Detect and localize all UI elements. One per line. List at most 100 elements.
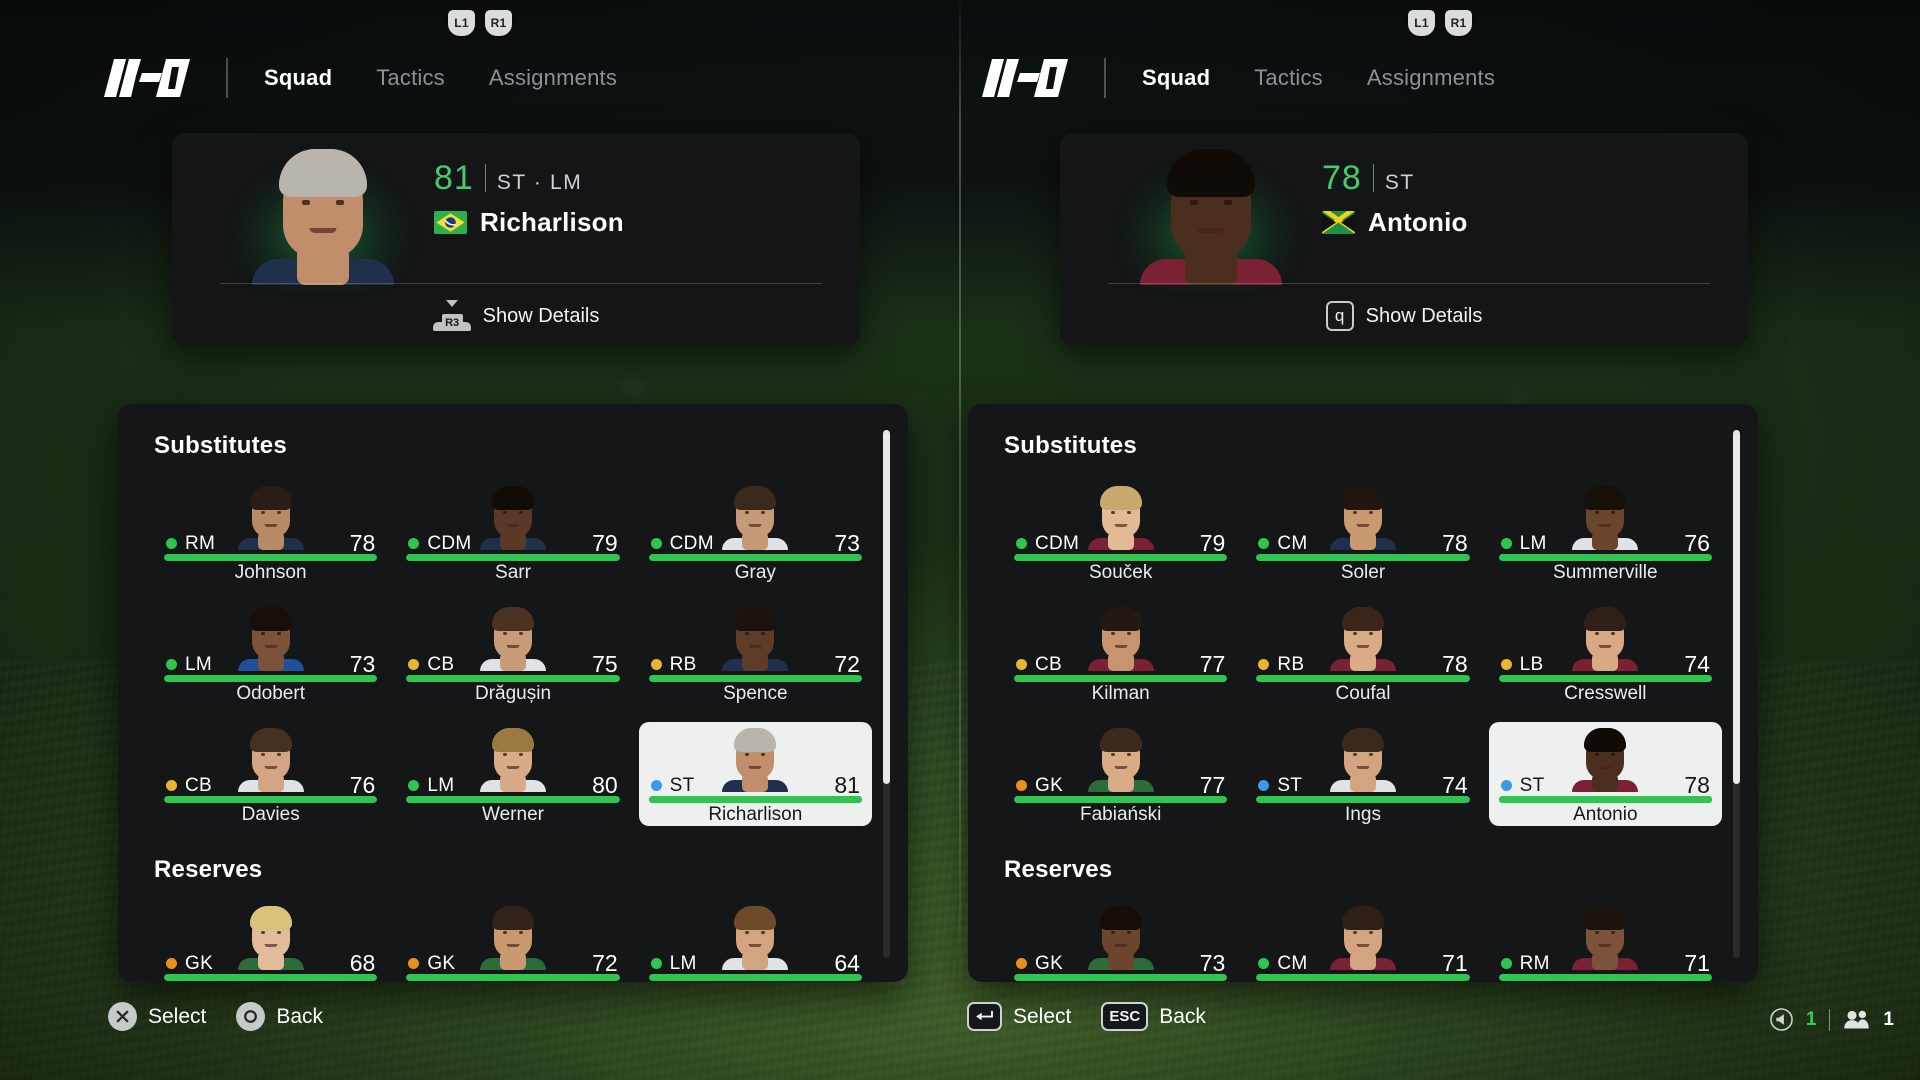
fitness-bar-fill[interactable]: [648, 554, 862, 561]
player-name[interactable]: Summerville: [1489, 562, 1722, 584]
fitness-bar-fill[interactable]: [1498, 675, 1712, 682]
player-fitness-bar[interactable]: [648, 796, 862, 803]
position-indicator-dot[interactable]: [166, 780, 177, 791]
player-name[interactable]: Soler: [1246, 562, 1479, 584]
fitness-bar-fill[interactable]: [164, 554, 378, 561]
hint-back[interactable]: Back: [236, 1002, 323, 1031]
fitness-bar-fill[interactable]: [1498, 554, 1712, 561]
player-card-reserves-2[interactable]: RM 71: [1489, 900, 1722, 982]
section-header-reserves[interactable]: Reserves: [1004, 856, 1722, 884]
hero-player-name[interactable]: Antonio: [1368, 207, 1468, 238]
player-position[interactable]: LM: [427, 775, 454, 797]
hero-divider[interactable]: [1108, 283, 1710, 284]
hero-divider[interactable]: [220, 283, 822, 284]
enter-key-icon[interactable]: [967, 1002, 1002, 1031]
player-rating[interactable]: 73: [350, 651, 376, 678]
player-rating[interactable]: 79: [1200, 530, 1226, 557]
player-fitness-bar[interactable]: [1014, 675, 1228, 682]
player-fitness-bar[interactable]: [164, 554, 378, 561]
position-indicator-dot[interactable]: [1258, 958, 1270, 969]
fitness-bar-fill[interactable]: [164, 796, 378, 803]
player-position[interactable]: LB: [1520, 654, 1544, 676]
player-fitness-bar[interactable]: [648, 554, 862, 561]
tab-assignments[interactable]: Assignments: [489, 65, 617, 91]
player-card-spence[interactable]: RB 72 Spence: [639, 601, 872, 705]
player-rating[interactable]: 78: [1684, 772, 1710, 799]
hero-portrait[interactable]: [1136, 139, 1286, 285]
player-rating[interactable]: 76: [1684, 530, 1710, 557]
r3-stick-icon[interactable]: R3: [432, 300, 471, 331]
fitness-bar-fill[interactable]: [406, 974, 620, 981]
player-fitness-bar[interactable]: [648, 675, 862, 682]
player-position[interactable]: ST: [1277, 775, 1302, 797]
player-fitness-bar[interactable]: [406, 554, 620, 561]
player-position[interactable]: ST: [1520, 775, 1545, 797]
player-name[interactable]: Cresswell: [1489, 683, 1722, 705]
fitness-bar-fill[interactable]: [406, 796, 620, 803]
player-position[interactable]: CB: [427, 654, 454, 676]
screen-half-right[interactable]: L1 R1 Squad Tactics Assignments 78 ST Antonio q S…: [960, 0, 1920, 1080]
nav-tab-list[interactable]: Squad Tactics Assignments: [1142, 65, 1495, 91]
player-fitness-bar[interactable]: [406, 675, 620, 682]
reserves-grid[interactable]: GK 73 CM 71 RM 71: [1004, 900, 1722, 982]
player-position[interactable]: GK: [427, 953, 455, 975]
fitness-bar-fill[interactable]: [648, 974, 862, 981]
hint-label[interactable]: Select: [1013, 1005, 1071, 1029]
hero-positions[interactable]: ST · LM: [497, 171, 583, 195]
position-indicator-dot[interactable]: [1258, 780, 1270, 791]
hint-label[interactable]: Select: [148, 1005, 206, 1029]
position-indicator-dot[interactable]: [1258, 659, 1270, 670]
player-card-richarlison[interactable]: ST 81 Richarlison: [638, 722, 872, 826]
player-position[interactable]: RM: [1520, 953, 1550, 975]
position-indicator-dot[interactable]: [1016, 958, 1027, 969]
tab-tactics[interactable]: Tactics: [376, 65, 445, 91]
player-card-reserves-0[interactable]: GK 73: [1004, 900, 1237, 982]
tab-squad[interactable]: Squad: [1142, 65, 1210, 91]
player-rating[interactable]: 71: [1442, 950, 1468, 977]
player-rating[interactable]: 78: [1442, 651, 1468, 678]
player-card-ings[interactable]: ST 74 Ings: [1246, 722, 1479, 826]
player-position[interactable]: ST: [670, 775, 695, 797]
fitness-bar-fill[interactable]: [1014, 554, 1228, 561]
player-rating[interactable]: 74: [1442, 772, 1468, 799]
show-details-button[interactable]: R3 Show Details: [172, 288, 860, 344]
player-rating[interactable]: 73: [1200, 950, 1226, 977]
player-card-kilman[interactable]: CB 77 Kilman: [1004, 601, 1237, 705]
player-fitness-bar[interactable]: [1256, 675, 1470, 682]
player-position[interactable]: LM: [185, 654, 212, 676]
player-rating[interactable]: 74: [1684, 651, 1710, 678]
hero-rating-divider[interactable]: [1372, 164, 1374, 192]
player-rating[interactable]: 77: [1200, 772, 1226, 799]
nav-tab-list[interactable]: Squad Tactics Assignments: [264, 65, 617, 91]
player-position[interactable]: CM: [1277, 953, 1307, 975]
q-key-icon[interactable]: q: [1325, 301, 1354, 331]
shoulder-button-l1[interactable]: L1: [1408, 10, 1435, 36]
player-name[interactable]: Fabiański: [1004, 804, 1237, 826]
player-name[interactable]: Spence: [639, 683, 872, 705]
player-position[interactable]: LM: [1520, 533, 1547, 555]
cross-button-icon[interactable]: [108, 1002, 137, 1031]
player-name[interactable]: Gray: [639, 562, 872, 584]
position-indicator-dot[interactable]: [1258, 538, 1270, 549]
player-card-johnson[interactable]: RM 78 Johnson: [154, 480, 387, 584]
player-card-davies[interactable]: CB 76 Davies: [154, 722, 387, 826]
hint-select[interactable]: Select: [108, 1002, 206, 1031]
player-name[interactable]: Odobert: [154, 683, 387, 705]
player-rating[interactable]: 72: [592, 950, 618, 977]
position-indicator-dot[interactable]: [1016, 538, 1027, 549]
player-position[interactable]: RB: [670, 654, 697, 676]
fitness-bar-fill[interactable]: [406, 554, 620, 561]
hero-rating-divider[interactable]: [484, 164, 486, 192]
player-rating[interactable]: 79: [592, 530, 618, 557]
ko-logo[interactable]: [104, 55, 192, 101]
player-card-summerville[interactable]: LM 76 Summerville: [1489, 480, 1722, 584]
player-card-reserves-1[interactable]: GK 72: [396, 900, 629, 982]
position-indicator-dot[interactable]: [166, 659, 177, 670]
position-indicator-dot[interactable]: [408, 780, 420, 791]
player-fitness-bar[interactable]: [164, 675, 378, 682]
player-card-soler[interactable]: CM 78 Soler: [1246, 480, 1479, 584]
player-rating[interactable]: 78: [350, 530, 376, 557]
fitness-bar-fill[interactable]: [1014, 675, 1228, 682]
fitness-bar-fill[interactable]: [648, 796, 862, 803]
screen-half-left[interactable]: L1 R1 Squad Tactics Assignments 81 ST · LM Rich…: [0, 0, 960, 1080]
